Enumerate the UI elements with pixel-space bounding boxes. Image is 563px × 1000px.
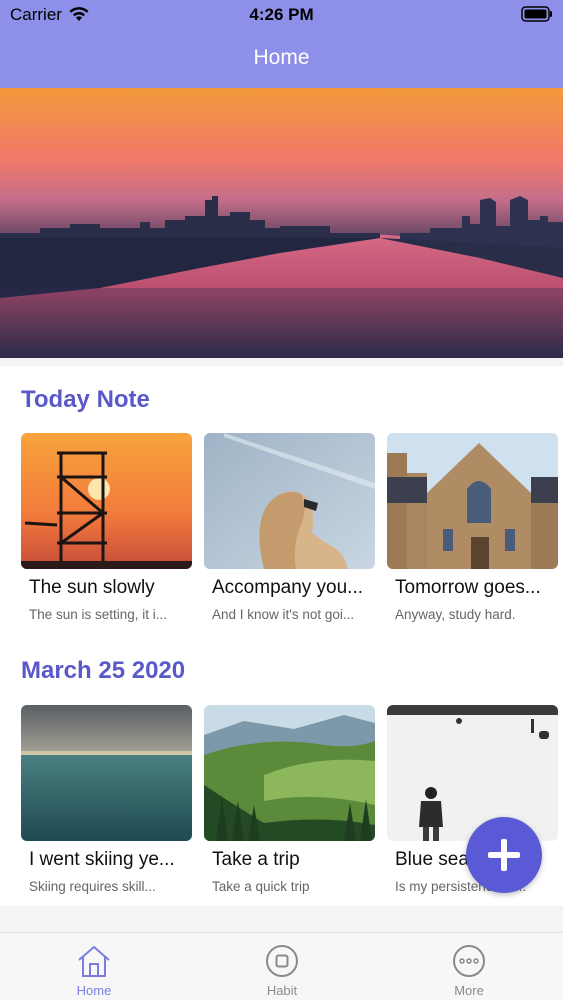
note-card-subtitle: Take a quick trip — [212, 879, 310, 894]
tab-home[interactable]: Home — [0, 933, 188, 1000]
note-image-sunset-tower — [21, 433, 192, 569]
more-dots-icon — [453, 945, 485, 977]
note-card-subtitle: Skiing requires skill... — [29, 879, 156, 894]
note-card[interactable]: I went skiing ye... Skiing requires skil… — [21, 705, 192, 894]
note-card[interactable]: Tomorrow goes... Anyway, study hard. — [387, 433, 558, 622]
note-card-title: Tomorrow goes... — [395, 577, 541, 598]
section-title-date: March 25 2020 — [21, 657, 186, 684]
note-image-sea — [21, 705, 192, 841]
note-card-subtitle: The sun is setting, it i... — [29, 607, 168, 622]
tab-label: Habit — [266, 983, 298, 998]
home-icon — [78, 945, 110, 977]
tab-habit[interactable]: Habit — [188, 933, 376, 1000]
note-image-woman-sky — [204, 433, 375, 569]
page-title: Home — [253, 46, 310, 69]
note-card[interactable]: Take a trip Take a quick trip — [204, 705, 375, 894]
hero-banner-image — [0, 88, 563, 358]
status-time: 4:26 PM — [249, 5, 314, 24]
note-image-church — [387, 433, 558, 569]
tab-label: More — [454, 983, 484, 998]
battery-icon — [521, 6, 552, 22]
tab-bar: Home Habit More — [0, 932, 563, 1000]
header: Carrier 4:26 PM Home — [0, 0, 563, 88]
note-card[interactable]: Accompany you... And I know it's not goi… — [204, 433, 375, 622]
section-title-today-note: Today Note — [21, 386, 150, 413]
square-circle-icon — [266, 945, 298, 977]
note-card[interactable]: The sun slowly The sun is setting, it i.… — [21, 433, 192, 622]
note-card-title: I went skiing ye... — [29, 849, 175, 870]
note-card-title: Accompany you... — [212, 577, 364, 598]
note-image-snow — [387, 705, 558, 841]
status-bar: Carrier 4:26 PM — [0, 0, 563, 30]
add-note-button[interactable] — [466, 817, 542, 893]
note-card-title: The sun slowly — [29, 577, 155, 598]
note-card-subtitle: Anyway, study hard. — [395, 607, 516, 622]
note-card-subtitle: And I know it's not goi... — [212, 607, 355, 622]
note-card-title: Take a trip — [212, 849, 300, 870]
tab-more[interactable]: More — [375, 933, 563, 1000]
note-image-hills — [204, 705, 375, 841]
tab-label: Home — [76, 983, 112, 998]
plus-icon — [488, 839, 520, 871]
